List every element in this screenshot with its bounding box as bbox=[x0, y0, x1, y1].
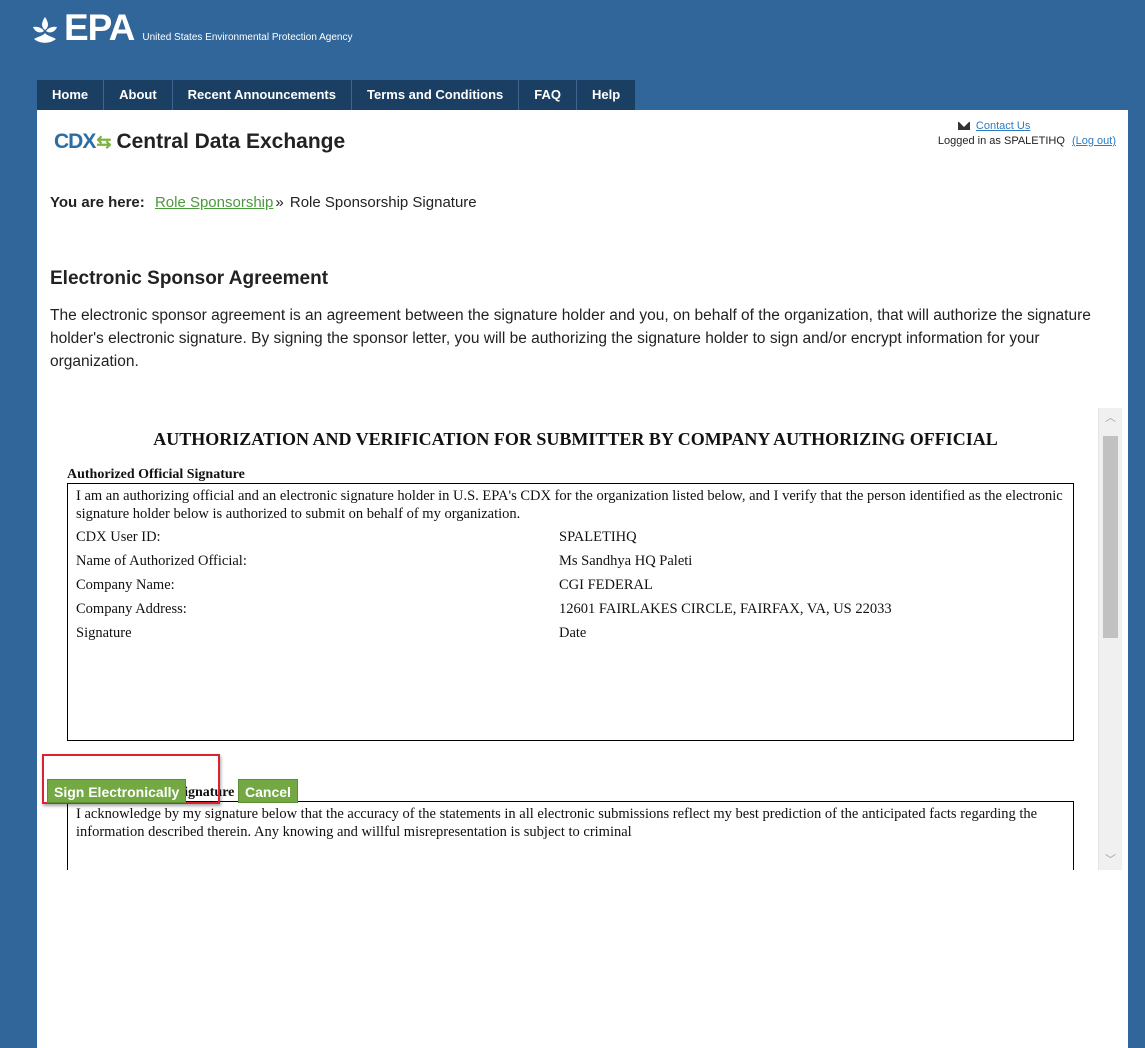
agreement-intro: The electronic sponsor agreement is an a… bbox=[50, 307, 1091, 370]
user-box: Contact Us Logged in as SPALETIHQ (Log o… bbox=[938, 120, 1116, 147]
cdx-logo-text: CDX bbox=[54, 130, 96, 153]
top-banner: EPA United States Environmental Protecti… bbox=[0, 0, 1145, 80]
nav-faq[interactable]: FAQ bbox=[519, 80, 577, 110]
contact-us-link[interactable]: Contact Us bbox=[976, 120, 1030, 132]
document-title: AUTHORIZATION AND VERIFICATION FOR SUBMI… bbox=[153, 429, 998, 449]
chevron-down-icon[interactable]: ﹀ bbox=[1099, 850, 1122, 870]
cdx-exchange-icon: ⇆ bbox=[96, 132, 111, 152]
official-fields: CDX User ID: SPALETIHQ Name of Authorize… bbox=[76, 528, 1065, 642]
nav-terms-and-conditions[interactable]: Terms and Conditions bbox=[352, 80, 520, 110]
logged-in-status: Logged in as SPALETIHQ (Log out) bbox=[938, 135, 1116, 147]
epa-flower-icon bbox=[33, 17, 57, 43]
field-label-date: Date bbox=[559, 625, 587, 641]
cdx-brand[interactable]: CDX⇆ Central Data Exchange bbox=[54, 130, 345, 154]
field-value-official-name: Ms Sandhya HQ Paleti bbox=[559, 553, 693, 569]
nav-home[interactable]: Home bbox=[37, 80, 105, 110]
nav-help[interactable]: Help bbox=[577, 80, 635, 110]
breadcrumb-role-sponsorship[interactable]: Role Sponsorship bbox=[155, 194, 273, 211]
document-scrollbar[interactable]: ︿ ﹀ bbox=[1098, 408, 1122, 870]
field-label-official-name: Name of Authorized Official: bbox=[76, 553, 247, 569]
epa-logo-text: EPA bbox=[64, 7, 135, 48]
chevron-up-icon[interactable]: ︿ bbox=[1099, 408, 1122, 428]
logged-in-text: Logged in as SPALETIHQ bbox=[937, 135, 1065, 147]
breadcrumb-prefix: You are here: bbox=[50, 194, 145, 211]
breadcrumb-separator: » bbox=[275, 194, 284, 211]
field-label-company-address: Company Address: bbox=[76, 601, 187, 617]
field-value-company-address: 12601 FAIRLAKES CIRCLE, FAIRFAX, VA, US … bbox=[559, 601, 892, 617]
official-signature-label: Authorized Official Signature bbox=[67, 467, 245, 482]
epa-logo[interactable]: EPA United States Environmental Protecti… bbox=[30, 9, 352, 47]
sign-electronically-button[interactable]: Sign Electronically bbox=[47, 779, 187, 803]
nav-recent-announcements[interactable]: Recent Announcements bbox=[173, 80, 352, 110]
field-value-user-id: SPALETIHQ bbox=[559, 529, 637, 545]
breadcrumb: You are here: Role Sponsorship» Role Spo… bbox=[50, 194, 477, 211]
nav-about[interactable]: About bbox=[104, 80, 173, 110]
field-label-signature: Signature bbox=[76, 625, 132, 641]
scrollbar-thumb[interactable] bbox=[1103, 436, 1118, 638]
content-page: CDX⇆ Central Data Exchange Contact Us Lo… bbox=[37, 110, 1128, 1048]
agent-signature-label: Agent/Consultant Signature bbox=[67, 785, 235, 800]
agent-statement: I acknowledge by my signature below that… bbox=[76, 806, 1038, 840]
field-label-company-name: Company Name: bbox=[76, 577, 175, 593]
cdx-title: Central Data Exchange bbox=[116, 130, 346, 153]
field-value-company-name: CGI FEDERAL bbox=[559, 577, 653, 593]
cdx-logo: CDX⇆ bbox=[54, 130, 114, 154]
mail-icon bbox=[957, 122, 970, 130]
logout-link[interactable]: (Log out) bbox=[1072, 135, 1116, 147]
agent-signature-box: I acknowledge by my signature below that… bbox=[67, 801, 1074, 870]
cancel-button[interactable]: Cancel bbox=[238, 779, 298, 803]
field-label-user-id: CDX User ID: bbox=[76, 529, 161, 545]
official-signature-box: I am an authorizing official and an elec… bbox=[67, 483, 1074, 741]
main-nav: Home About Recent Announcements Terms an… bbox=[37, 80, 636, 110]
agency-name: United States Environmental Protection A… bbox=[142, 32, 353, 43]
contact-us: Contact Us bbox=[957, 120, 1116, 132]
breadcrumb-current: Role Sponsorship Signature bbox=[289, 194, 477, 211]
official-statement: I am an authorizing official and an elec… bbox=[76, 488, 1063, 522]
page-title: Electronic Sponsor Agreement bbox=[50, 268, 329, 289]
